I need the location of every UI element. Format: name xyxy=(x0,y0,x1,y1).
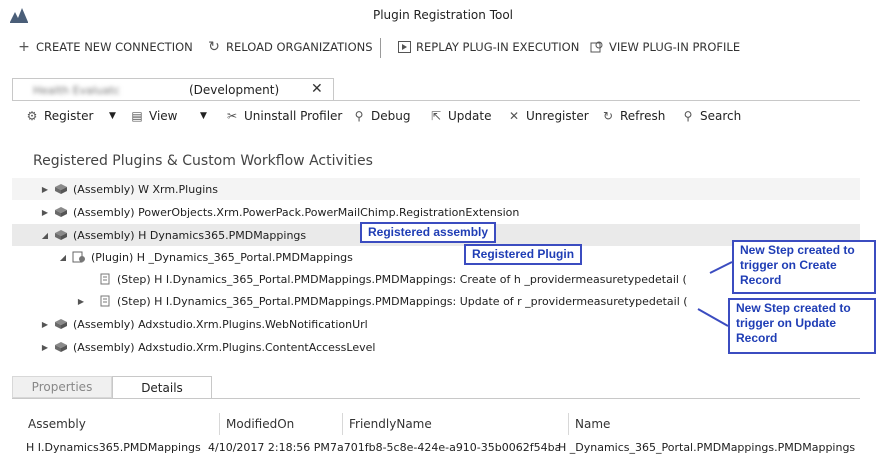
assembly-cube-icon xyxy=(55,207,67,217)
bottom-tab-divider xyxy=(12,398,860,399)
command-bar: ⚙ Register ▼ ▤ View ▼ ✂ Uninstall Profil… xyxy=(20,106,860,126)
view-profile-button[interactable]: VIEW PLUG-IN PROFILE xyxy=(590,39,740,55)
assembly-cube-icon xyxy=(55,184,67,194)
window-title: Plugin Registration Tool xyxy=(372,8,514,22)
plugin-gear-icon xyxy=(72,251,85,263)
column-header-modified-on[interactable]: ModifiedOn xyxy=(220,413,343,435)
section-title: Registered Plugins & Custom Workflow Act… xyxy=(33,153,373,169)
plus-icon: + xyxy=(18,39,30,55)
search-icon: ⚲ xyxy=(683,109,693,123)
view-icon: ▤ xyxy=(131,109,143,123)
dropdown-caret-icon: ▼ xyxy=(200,111,207,121)
column-header-name[interactable]: Name xyxy=(569,413,864,435)
expand-arrow-icon[interactable]: ▶ xyxy=(40,343,50,352)
reload-organizations-button[interactable]: ↻ RELOAD ORGANIZATIONS xyxy=(207,39,372,55)
register-dropdown[interactable]: ▼ xyxy=(109,106,116,126)
tree-row-assembly[interactable]: ▶ (Assembly) W Xrm.Plugins xyxy=(12,178,860,200)
main-toolbar: + CREATE NEW CONNECTION ↻ RELOAD ORGANIZ… xyxy=(0,30,886,62)
profile-icon xyxy=(590,40,604,54)
view-dropdown[interactable]: ▼ xyxy=(200,106,207,126)
expand-arrow-icon[interactable]: ▶ xyxy=(40,185,50,194)
dropdown-caret-icon: ▼ xyxy=(109,111,116,121)
register-button[interactable]: ⚙ Register xyxy=(24,106,94,126)
uninstall-profiler-button[interactable]: ✂ Uninstall Profiler xyxy=(224,106,342,126)
debug-button[interactable]: ⚲ Debug xyxy=(351,106,411,126)
replay-icon xyxy=(397,40,411,54)
step-icon xyxy=(100,295,110,307)
refresh-button[interactable]: ↻ Refresh xyxy=(600,106,665,126)
assembly-cube-icon xyxy=(55,342,67,352)
cell-assembly: H I.Dynamics365.PMDMappings xyxy=(26,440,201,454)
annotation-registered-plugin: Registered Plugin xyxy=(464,244,583,265)
unregister-button[interactable]: ✕ Unregister xyxy=(506,106,589,126)
register-icon: ⚙ xyxy=(26,109,38,123)
environment-label: (Development) xyxy=(189,83,280,97)
annotation-registered-assembly: Registered assembly xyxy=(360,222,497,243)
expand-arrow-icon[interactable]: ▶ xyxy=(76,297,86,306)
column-header-assembly[interactable]: Assembly xyxy=(22,413,220,435)
tab-properties[interactable]: Properties xyxy=(12,376,112,398)
expand-arrow-icon[interactable]: ▶ xyxy=(40,208,50,217)
assembly-cube-icon xyxy=(55,230,67,240)
search-button[interactable]: ⚲ Search xyxy=(680,106,742,126)
unregister-icon: ✕ xyxy=(508,109,520,123)
cell-modified-on: 4/10/2017 2:18:56 PM xyxy=(208,440,330,454)
title-bar: Plugin Registration Tool xyxy=(0,0,886,30)
reload-icon: ↻ xyxy=(208,39,220,55)
replay-execution-button[interactable]: REPLAY PLUG-IN EXECUTION xyxy=(397,39,579,55)
create-connection-button[interactable]: + CREATE NEW CONNECTION xyxy=(17,39,193,55)
tab-details[interactable]: Details xyxy=(112,376,212,398)
column-header-friendly-name[interactable]: FriendlyName xyxy=(343,413,569,435)
connection-tab[interactable]: Health Evaluatc (Development) ✕ xyxy=(12,78,334,101)
refresh-icon: ↻ xyxy=(602,109,614,123)
annotation-step-update: New Step created to trigger on Update Re… xyxy=(728,298,876,354)
cell-friendly-name: 7a701fb8-5c8e-424e-a910-35b0062f54ba xyxy=(330,440,560,454)
assembly-cube-icon xyxy=(55,319,67,329)
collapse-arrow-icon[interactable]: ◢ xyxy=(40,231,50,240)
toolbar-separator xyxy=(380,38,381,58)
annotation-step-create: New Step created to trigger on Create Re… xyxy=(732,240,876,294)
tab-divider xyxy=(12,100,860,101)
close-tab-icon[interactable]: ✕ xyxy=(311,81,323,97)
view-button[interactable]: ▤ View xyxy=(129,106,177,126)
expand-arrow-icon[interactable]: ▶ xyxy=(40,320,50,329)
connection-name-obscured: Health Evaluatc xyxy=(33,84,120,96)
connection-tabstrip: Health Evaluatc (Development) ✕ xyxy=(12,78,860,101)
update-icon: ⇱ xyxy=(430,109,442,123)
cell-name: H _Dynamics_365_Portal.PMDMappings.PMDMa… xyxy=(558,440,856,454)
debug-icon: ⚲ xyxy=(354,109,364,123)
step-icon xyxy=(100,273,110,285)
uninstall-icon: ✂ xyxy=(226,109,238,123)
update-button[interactable]: ⇱ Update xyxy=(428,106,492,126)
tree-row-assembly[interactable]: ▶ (Assembly) PowerObjects.Xrm.PowerPack.… xyxy=(12,201,860,223)
collapse-arrow-icon[interactable]: ◢ xyxy=(58,253,68,262)
